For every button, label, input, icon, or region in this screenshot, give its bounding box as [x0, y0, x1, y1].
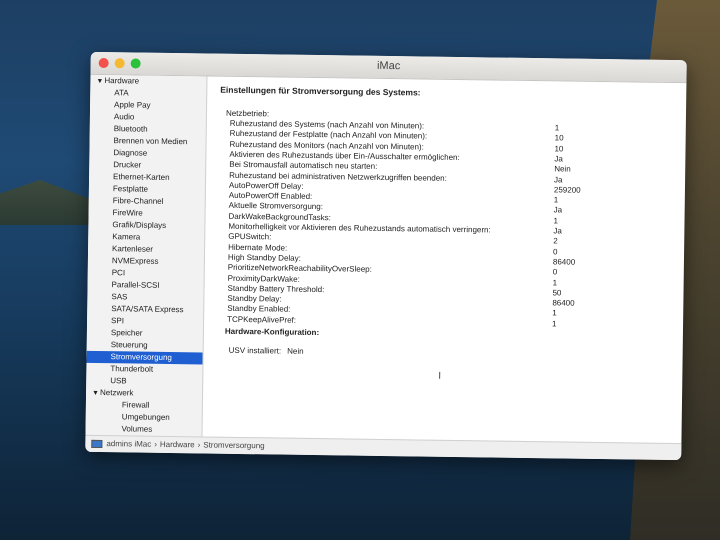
- setting-key: TCPKeepAlivePref:: [227, 314, 297, 325]
- setting-value: 1: [552, 308, 557, 318]
- setting-value: Ja: [553, 226, 562, 236]
- setting-key: Hibernate Mode:: [228, 242, 288, 253]
- setting-value: Ja: [553, 205, 563, 215]
- setting-key: Standby Delay:: [227, 293, 282, 304]
- sidebar-group-label: Netzwerk: [100, 388, 134, 398]
- setting-value: 50: [552, 288, 562, 298]
- setting-value: 259200: [553, 185, 581, 195]
- sidebar-group-hardware[interactable]: ▼Hardware: [90, 75, 206, 89]
- system-information-window: iMac ▼Hardware ATA Apple Pay Audio Bluetoot…: [85, 51, 687, 461]
- setting-key: ProximityDarkWake:: [227, 273, 300, 284]
- setting-key: AutoPowerOff Delay:: [228, 180, 304, 191]
- setting-value: Ja: [554, 154, 563, 164]
- wallpaper-island: [0, 180, 100, 225]
- setting-value: 86400: [552, 298, 575, 308]
- setting-value: 1: [552, 277, 558, 287]
- breadcrumb-separator: ›: [197, 440, 201, 450]
- disclosure-triangle-icon[interactable]: ▼: [96, 76, 104, 88]
- detail-pane: Einstellungen für Stromversorgung des Sy…: [203, 77, 686, 444]
- setting-value: Ja: [554, 174, 563, 184]
- setting-value: 0: [552, 267, 558, 277]
- setting-value: 86400: [552, 257, 576, 267]
- detail-heading: Einstellungen für Stromversorgung des Sy…: [220, 84, 421, 98]
- setting-value: 1: [554, 123, 560, 133]
- setting-value: Nein: [554, 164, 571, 174]
- setting-key: Standby Enabled:: [227, 304, 291, 315]
- breadcrumb-separator: ›: [154, 439, 157, 449]
- window-title: iMac: [376, 59, 401, 73]
- text-cursor-icon: I: [438, 370, 442, 382]
- usv-value: Nein: [287, 346, 304, 356]
- breadcrumb-admins-imac[interactable]: admins iMac: [106, 439, 151, 449]
- setting-value: 10: [554, 133, 564, 143]
- sidebar-group-label: Hardware: [104, 76, 140, 86]
- setting-value: 0: [553, 246, 558, 256]
- setting-key: GPUSwitch:: [228, 232, 272, 242]
- breadcrumb-hardware[interactable]: Hardware: [160, 440, 195, 449]
- hardware-config-heading: Hardware-Konfiguration:: [224, 326, 320, 338]
- setting-key: High Standby Delay:: [227, 252, 301, 263]
- setting-value: 10: [554, 143, 564, 154]
- disclosure-triangle-icon[interactable]: ▼: [92, 388, 100, 400]
- usv-label: USV installiert:: [228, 345, 282, 356]
- sidebar-group-network[interactable]: ▼Netzwerk: [86, 387, 202, 401]
- setting-value: 2: [553, 236, 558, 246]
- computer-icon: [91, 439, 103, 448]
- setting-value: 1: [553, 195, 559, 205]
- breadcrumb-stromversorgung[interactable]: Stromversorgung: [203, 440, 264, 450]
- usv-row: USV installiert: Nein: [229, 346, 304, 356]
- setting-value: 1: [552, 319, 557, 329]
- sidebar: ▼Hardware ATA Apple Pay Audio Bluetooth Bren…: [85, 74, 208, 437]
- netzbetrieb-label: Netzbetrieb:: [225, 108, 270, 119]
- setting-value: 1: [553, 216, 559, 226]
